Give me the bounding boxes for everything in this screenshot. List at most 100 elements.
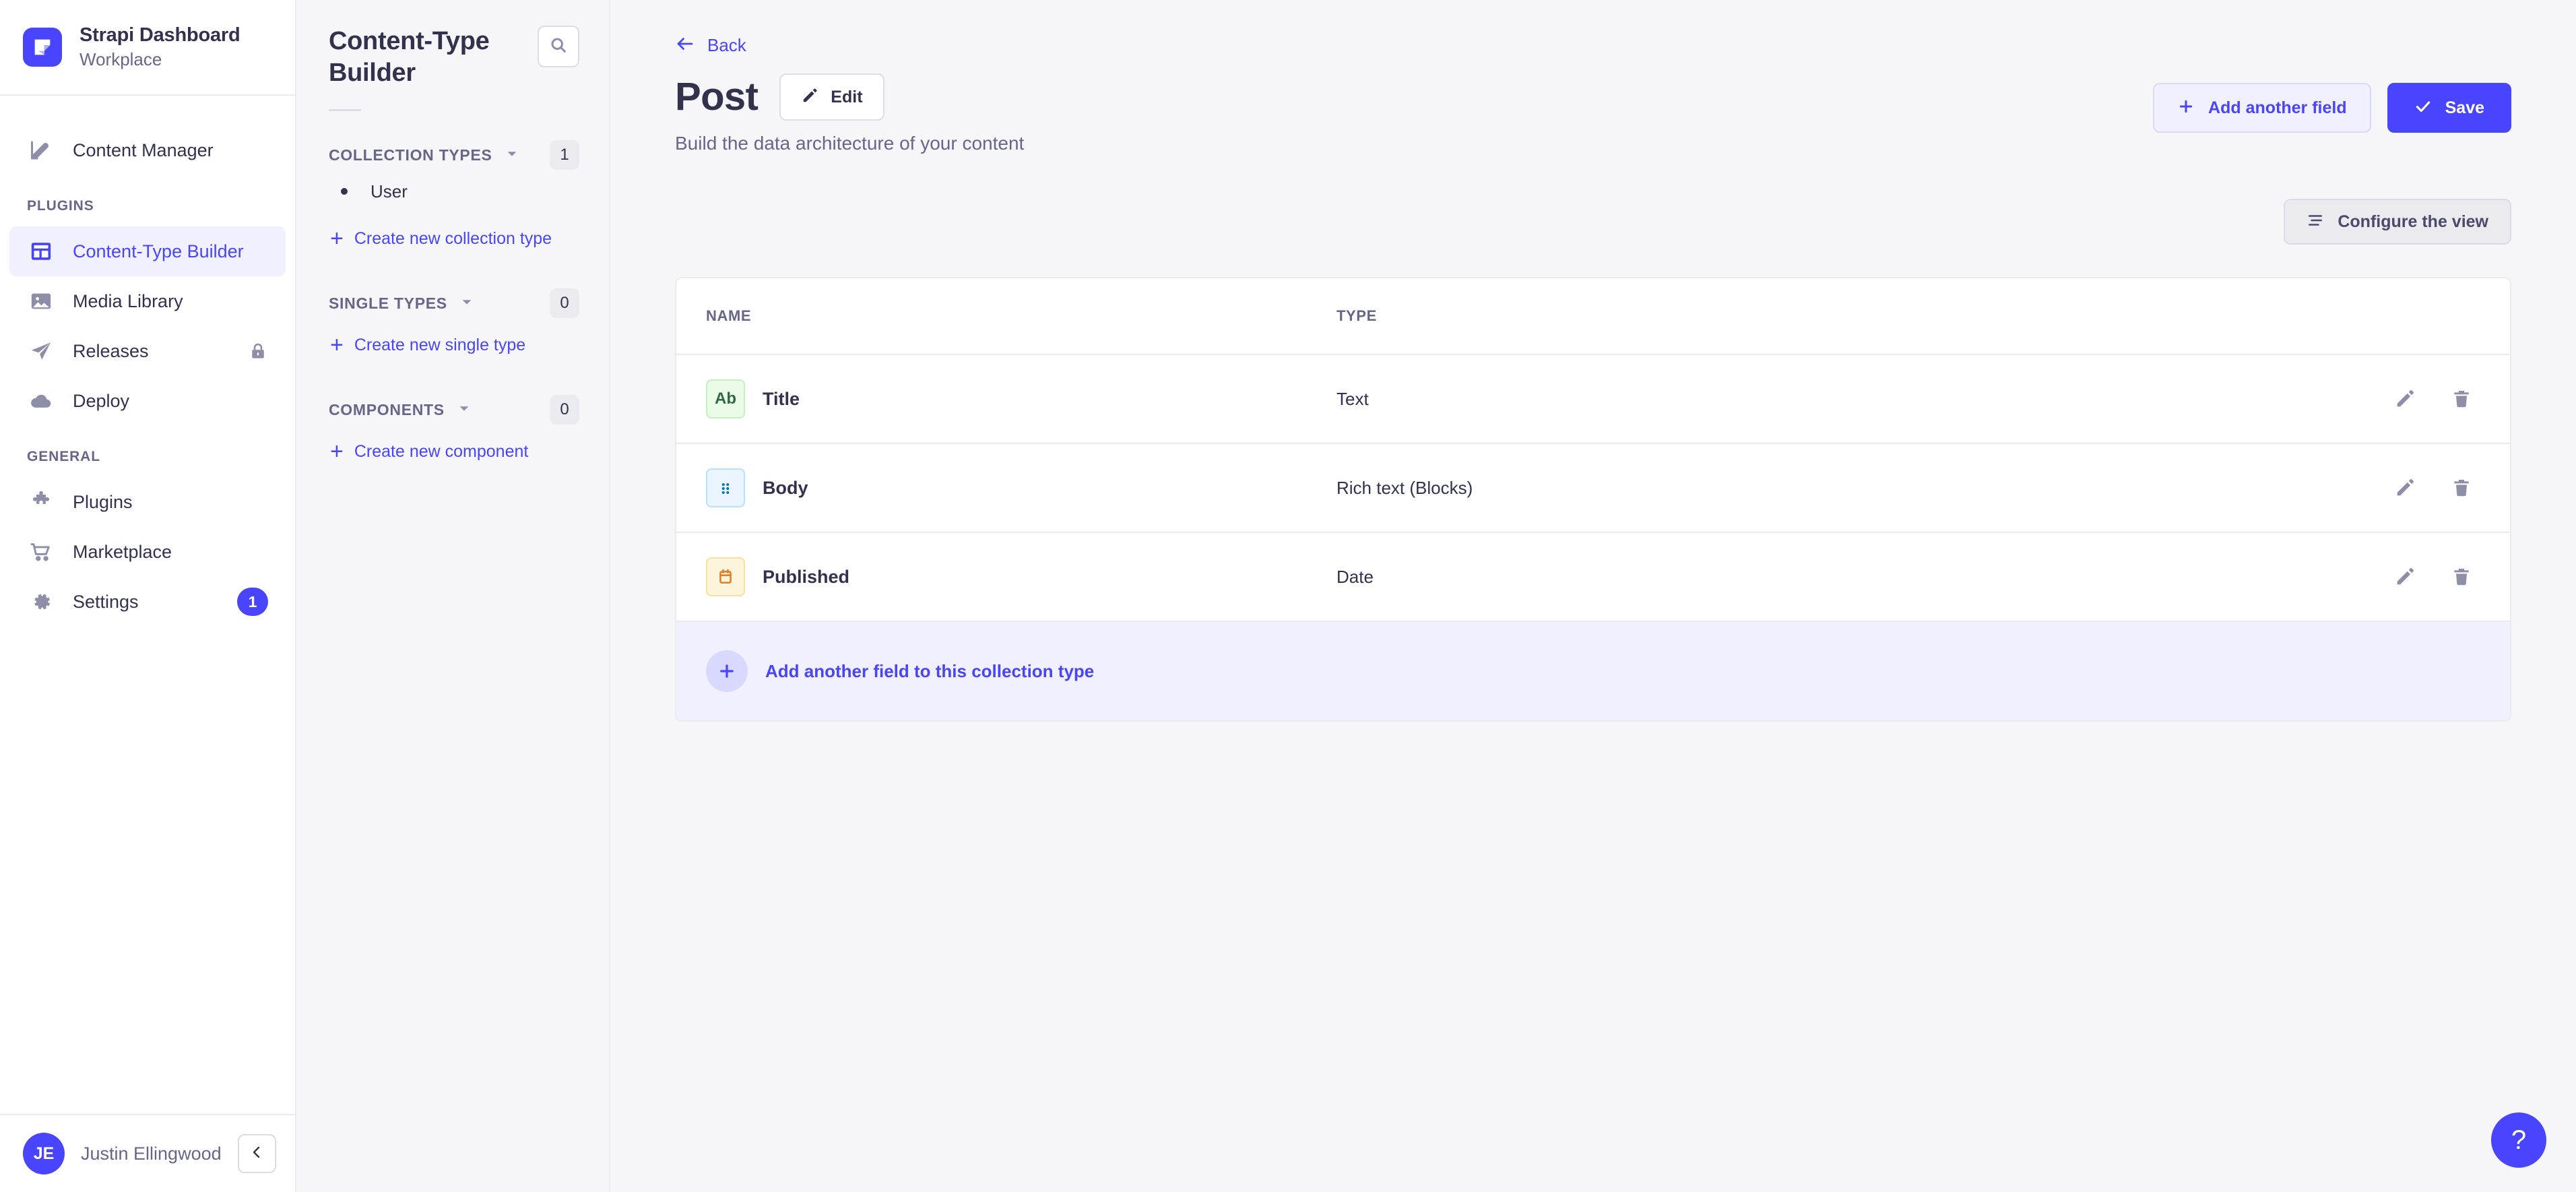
- ctb-header: Content-Type Builder: [296, 0, 609, 89]
- create-new-single-type-link[interactable]: + Create new single type: [296, 324, 609, 366]
- group-header-single-types[interactable]: SINGLE TYPES 0: [296, 288, 609, 319]
- group-count: 0: [550, 288, 579, 319]
- sliders-icon: [2307, 212, 2324, 232]
- table-row[interactable]: Body Rich text (Blocks): [676, 443, 2510, 532]
- row-actions: [2391, 385, 2480, 412]
- plus-icon: [2177, 98, 2195, 119]
- shopping-cart-icon: [27, 538, 55, 566]
- table-row[interactable]: Published Date: [676, 532, 2510, 621]
- caret-down-icon: [505, 146, 519, 164]
- configure-the-view-label: Configure the view: [2338, 212, 2488, 231]
- pencil-icon: [801, 87, 818, 108]
- trash-icon[interactable]: [2448, 385, 2475, 412]
- edit-button[interactable]: Edit: [779, 73, 884, 121]
- check-icon: [2414, 98, 2432, 119]
- brand-header[interactable]: Strapi Dashboard Workplace: [0, 0, 295, 96]
- collapse-sidebar-button[interactable]: [237, 1134, 276, 1173]
- create-link-label: Create new component: [354, 441, 529, 461]
- list-item[interactable]: User: [296, 170, 609, 212]
- add-another-field-to-collection-label: Add another field to this collection typ…: [765, 660, 1095, 681]
- plus-icon: [706, 650, 748, 692]
- settings-notification-badge: 1: [237, 588, 268, 616]
- back-label: Back: [707, 35, 746, 55]
- field-type: Rich text (Blocks): [1337, 477, 1473, 498]
- brand-title: Strapi Dashboard: [79, 24, 240, 46]
- field-name: Published: [763, 566, 850, 587]
- sidebar-item-label: Content-Type Builder: [73, 241, 244, 261]
- caret-down-icon: [459, 294, 474, 313]
- trash-icon[interactable]: [2448, 563, 2475, 590]
- sidebar-item-media-library[interactable]: Media Library: [9, 276, 286, 326]
- column-header-name: NAME: [706, 307, 752, 324]
- collection-type-name: User: [371, 181, 408, 201]
- field-name-cell: Ab Title: [706, 379, 1337, 418]
- help-button[interactable]: ?: [2491, 1112, 2546, 1168]
- sidebar-item-content-manager[interactable]: Content Manager: [9, 125, 286, 175]
- pencil-icon[interactable]: [2391, 385, 2418, 412]
- sidebar-nav-list: Content Manager PLUGINS Content-Type Bui…: [0, 96, 295, 1114]
- field-name-cell: Body: [706, 468, 1337, 507]
- sidebar-item-label: Media Library: [73, 290, 183, 311]
- sidebar-item-marketplace[interactable]: Marketplace: [9, 527, 286, 577]
- sidebar-item-plugins[interactable]: Plugins: [9, 477, 286, 527]
- sidebar-item-content-type-builder[interactable]: Content-Type Builder: [9, 226, 286, 276]
- create-link-label: Create new collection type: [354, 228, 552, 248]
- sidebar-item-releases[interactable]: Releases: [9, 326, 286, 376]
- save-label: Save: [2445, 98, 2484, 117]
- configure-row: Configure the view: [610, 199, 2576, 245]
- group-count: 1: [550, 140, 579, 170]
- group-label: COLLECTION TYPES: [329, 146, 492, 164]
- image-icon: [27, 287, 55, 315]
- configure-the-view-button[interactable]: Configure the view: [2284, 199, 2511, 245]
- sidebar-item-label: Plugins: [73, 491, 133, 512]
- create-new-component-link[interactable]: + Create new component: [296, 431, 609, 472]
- back-link[interactable]: Back: [675, 34, 2511, 57]
- plus-icon: +: [330, 226, 344, 252]
- gear-icon: [27, 588, 55, 616]
- user-profile-row[interactable]: JE Justin Ellingwood: [0, 1114, 295, 1192]
- bullet-dot-icon: [341, 188, 348, 195]
- add-another-field-button[interactable]: Add another field: [2153, 83, 2371, 133]
- user-name: Justin Ellingwood: [81, 1143, 222, 1164]
- group-header-components[interactable]: COMPONENTS 0: [296, 394, 609, 425]
- pencil-icon[interactable]: [2391, 563, 2418, 590]
- save-button[interactable]: Save: [2387, 83, 2511, 133]
- pencil-icon[interactable]: [2391, 474, 2418, 501]
- create-new-collection-type-link[interactable]: + Create new collection type: [296, 218, 609, 259]
- puzzle-icon: [27, 488, 55, 516]
- page-subtitle: Build the data architecture of your cont…: [675, 133, 1025, 154]
- calendar-icon: [706, 557, 745, 596]
- blocks-dots-icon: [706, 468, 745, 507]
- field-type: Date: [1337, 566, 1374, 587]
- field-name-cell: Published: [706, 557, 1337, 596]
- brand-subtitle: Workplace: [79, 49, 162, 69]
- arrow-left-icon: [675, 34, 695, 57]
- sidebar-item-label: Marketplace: [73, 541, 172, 562]
- trash-icon[interactable]: [2448, 474, 2475, 501]
- plus-icon: +: [330, 439, 344, 465]
- ctb-title: Content-Type Builder: [329, 27, 490, 88]
- table-header: NAME TYPE: [676, 278, 2510, 354]
- sidebar-item-label: Releases: [73, 340, 149, 361]
- fields-table-card: NAME TYPE Ab Title Text Body Rich text (…: [675, 277, 2511, 722]
- content-type-builder-panel: Content-Type Builder COLLECTION TYPES 1 …: [296, 0, 610, 1192]
- avatar: JE: [23, 1133, 65, 1174]
- lock-icon: [248, 341, 268, 361]
- text-ab-icon-label: Ab: [715, 389, 736, 408]
- title-row: Post Edit Build the data architecture of…: [675, 73, 2511, 154]
- column-header-type: TYPE: [1337, 307, 1377, 324]
- header-actions: Add another field Save: [2153, 73, 2511, 133]
- layout-grid-icon: [27, 237, 55, 265]
- group-header-collection-types[interactable]: COLLECTION TYPES 1: [296, 139, 609, 170]
- row-actions: [2391, 563, 2480, 590]
- sidebar-item-deploy[interactable]: Deploy: [9, 376, 286, 426]
- badge-count-label: 1: [237, 588, 268, 616]
- create-link-label: Create new single type: [354, 335, 526, 354]
- feather-icon: [27, 136, 55, 164]
- cloud-icon: [27, 387, 55, 415]
- table-row[interactable]: Ab Title Text: [676, 354, 2510, 443]
- add-another-field-to-collection-row[interactable]: Add another field to this collection typ…: [676, 621, 2510, 720]
- group-label: SINGLE TYPES: [329, 294, 447, 312]
- sidebar-item-settings[interactable]: Settings 1: [9, 577, 286, 627]
- ctb-search-button[interactable]: [538, 26, 579, 67]
